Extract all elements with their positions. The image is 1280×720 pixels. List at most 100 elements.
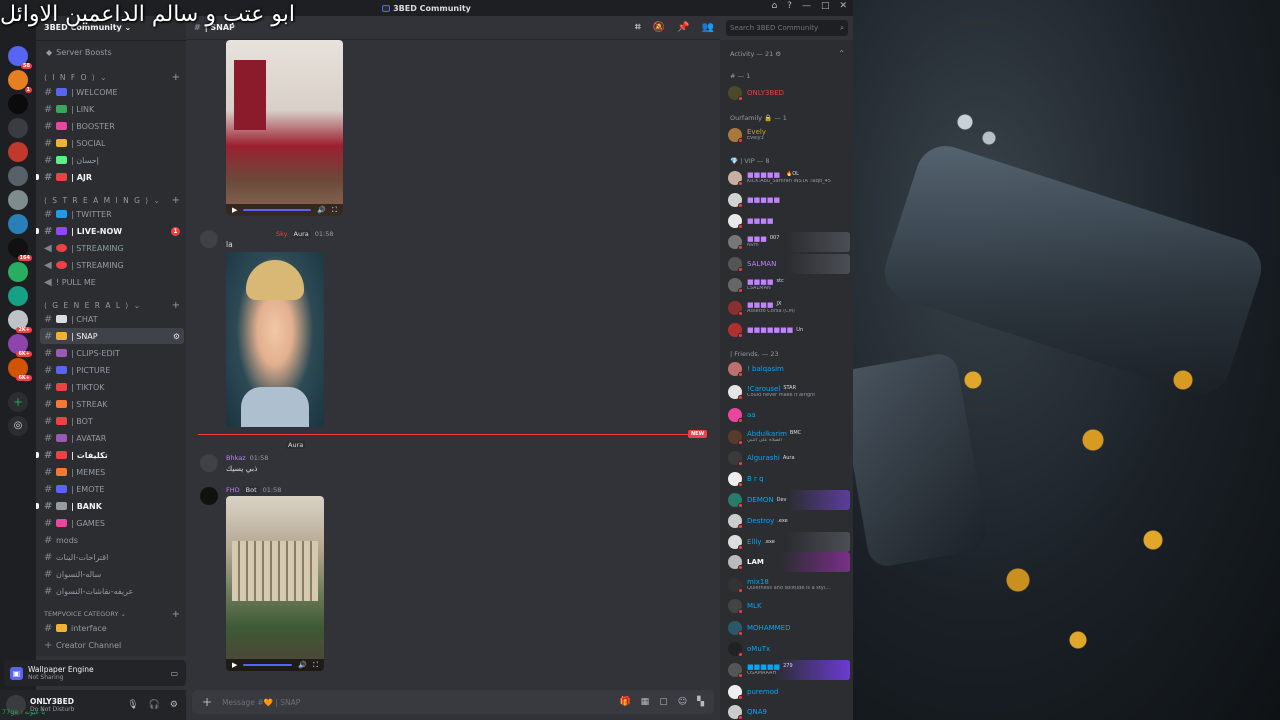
channel-ajr[interactable]: # | AJR [36,169,184,185]
video-progress[interactable] [243,209,312,211]
add-server-icon[interactable]: + [8,392,28,412]
channel-memes[interactable]: # | MEMES [40,464,184,480]
channel-bot[interactable]: # | BOT [40,413,184,429]
server-icon[interactable]: 1 [8,70,32,93]
member-item[interactable]: MOHAMMED [724,618,850,638]
headphones-icon[interactable]: 🎧 [149,700,160,710]
channel-ihsan[interactable]: # | إحسان [40,152,184,168]
channel-snap[interactable]: # | SNAP ⚙ [40,328,184,344]
fullscreen-icon[interactable]: ⛶ [332,206,337,215]
notifications-icon[interactable]: 🔕 [653,22,665,33]
add-channel-icon[interactable]: + [172,609,180,620]
play-icon[interactable]: ▶ [232,206,237,214]
maximize-button[interactable]: □ [821,1,830,11]
channel-assignments[interactable]: # | تكليفات [36,447,184,463]
video-progress[interactable] [243,664,293,666]
member-item[interactable]: B r q [724,469,850,489]
member-item[interactable]: ! balqasim [724,359,850,379]
member-item[interactable]: ■■■■ JX Assetto Corsa (CM) [724,298,850,318]
video-controls[interactable]: ▶ 🔊 ⛶ [226,659,324,671]
channel-link[interactable]: # | LINK [40,101,184,117]
channel-welcome[interactable]: # | WELCOME [40,84,184,100]
close-button[interactable]: ✕ [839,1,847,11]
sticker-icon[interactable]: ▢ [659,697,668,707]
server-icon[interactable] [8,262,28,282]
channel-social[interactable]: # | SOCIAL [40,135,184,151]
activity-panel[interactable]: ▣ Wallpaper Engine Not Sharing ▭ [4,660,186,686]
emoji-icon[interactable]: ☺ [678,697,687,707]
channel-streak[interactable]: # | STREAK [40,396,184,412]
member-item[interactable]: ■■■■ [724,211,850,231]
member-item[interactable]: ■■■■■ 🔥OL KICK:Abu_Samrah INSTA :Iaqd_45 [724,168,850,188]
channel-booster[interactable]: # | BOOSTER [40,118,184,134]
server-icon[interactable]: 6K+ [8,334,32,357]
server-icon[interactable] [8,142,28,162]
server-icon[interactable]: 2K+ [8,310,32,333]
message-author[interactable]: Sky [276,230,288,238]
member-item[interactable]: Abdulkarim BMC الصلاة على النبي [724,427,850,447]
channel-games[interactable]: # | GAMES [40,515,184,531]
pin-icon[interactable]: 📌 [677,22,689,33]
avatar[interactable] [200,230,218,248]
server-icon[interactable]: 6K+ [8,358,32,381]
member-item[interactable]: Ellly .exe [724,532,850,552]
channel-chat[interactable]: # | CHAT [40,311,184,327]
channel-interface[interactable]: # interface [40,620,184,636]
server-icon[interactable] [8,286,28,306]
inbox-icon[interactable]: ⌂ [771,1,777,11]
member-item[interactable]: DEMON Dev [724,490,850,510]
channel-bank[interactable]: # | BANK [36,498,184,514]
member-item[interactable]: Algurashi Aura [724,448,850,468]
server-icon[interactable]: 164 [8,238,32,261]
member-item[interactable]: ■■■■ stc LSALMAN [724,275,850,295]
video-attachment[interactable]: ▶ 🔊 ⛶ [226,496,324,671]
member-item[interactable]: ■■■■■■■ Un [724,320,850,340]
member-item[interactable]: ■■■■■ [724,190,850,210]
channel-women[interactable]: # ساله-النسوان [40,566,184,582]
channel-emote[interactable]: # | EMOTE [40,481,184,497]
channel-picture[interactable]: # | PICTURE [40,362,184,378]
member-item[interactable]: puremod [724,682,850,702]
channel-tiktok[interactable]: # | TIKTOK [40,379,184,395]
member-item[interactable]: mix18 Quietness and solitude is a styl... [724,575,850,595]
server-boosts[interactable]: ◆ Server Boosts [36,44,186,60]
message-author[interactable]: Bhkaz [226,454,246,462]
channel-twitter[interactable]: # | TWITTER [40,206,184,222]
channel-streaming[interactable]: ◀ | STREAMING [40,240,184,256]
minimize-button[interactable]: — [802,1,811,11]
channel-live-now[interactable]: # | LIVE-NOW 1 [36,223,184,239]
server-icon[interactable] [8,166,28,186]
channel-women-discussions[interactable]: # عريفه-نقاشات-النسوان [40,583,184,599]
member-item[interactable]: aa [724,405,850,425]
channel-mods[interactable]: # mods [40,532,184,548]
play-icon[interactable]: ▶ [232,661,237,669]
volume-icon[interactable]: 🔊 [317,206,326,214]
threads-icon[interactable]: ⌗ [635,22,641,33]
volume-icon[interactable]: 🔊 [298,661,307,669]
member-item[interactable]: oMuTx [724,639,850,659]
gear-icon[interactable]: ⚙ [170,700,178,710]
collapse-icon[interactable]: ⌃ [838,49,845,58]
server-icon[interactable]: 58 [8,46,32,69]
member-item[interactable]: Destroy .exe [724,511,850,531]
channel-clips-edit[interactable]: # | CLIPS-EDIT [40,345,184,361]
avatar[interactable] [200,487,218,505]
member-item[interactable]: QNA9 [724,702,850,720]
message-input[interactable] [222,697,620,707]
gift-icon[interactable]: 🎁 [619,697,630,707]
server-icon[interactable] [8,94,28,114]
message-author[interactable]: FHD [226,486,240,494]
video-controls[interactable]: ▶ 🔊 ⛶ [226,204,343,216]
add-channel-icon[interactable]: + [172,195,180,206]
channel-streaming-2[interactable]: ◀ | STREAMING [40,257,184,273]
server-icon[interactable] [8,190,28,210]
members-icon[interactable]: 👥 [702,22,714,33]
microphone-icon[interactable]: 🎙 [127,700,138,710]
member-item[interactable]: LAM [724,552,850,572]
apps-icon[interactable]: ▚ [697,697,704,707]
help-icon[interactable]: ? [787,1,792,11]
gif-icon[interactable]: ▦ [641,697,650,707]
channel-avatar[interactable]: # | AVATAR [40,430,184,446]
image-attachment[interactable] [226,252,324,427]
video-attachment[interactable]: ▶ 🔊 ⛶ [226,40,343,216]
